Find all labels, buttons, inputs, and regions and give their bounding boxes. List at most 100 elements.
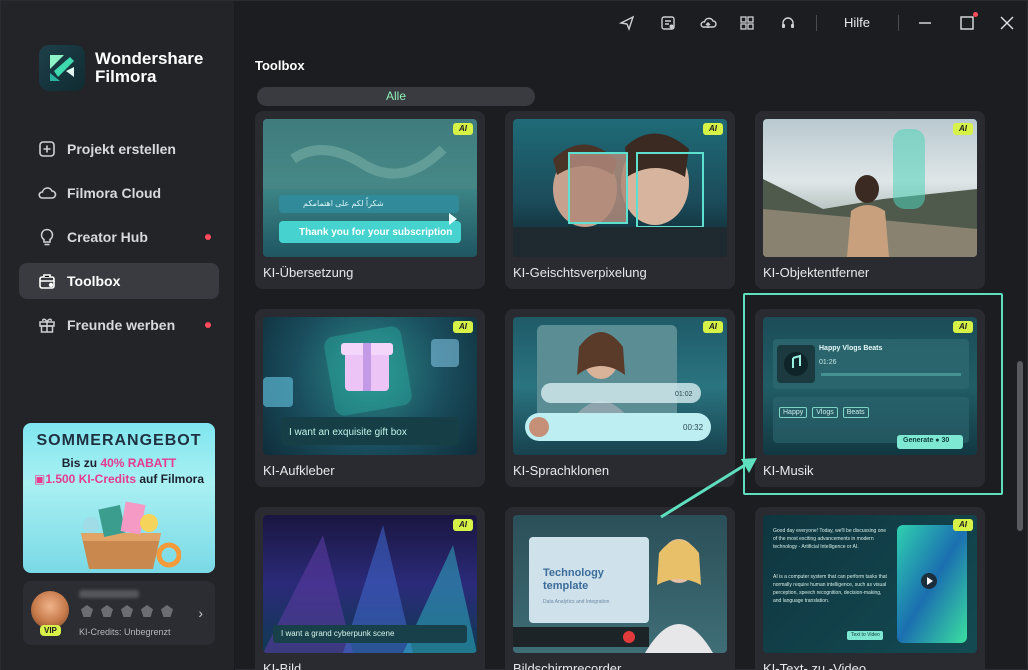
toolbox-icon — [37, 271, 57, 291]
tool-card-ki-gesichtsverpixelung[interactable]: AI KI-Geischtsverpixelung — [505, 111, 735, 289]
tag-vlogs: Vlogs — [812, 407, 838, 418]
page-title: Toolbox — [255, 58, 305, 73]
tool-card-ki-uebersetzung[interactable]: AI شكراً لكم على اهتمامكم Thank you for … — [255, 111, 485, 289]
tool-thumbnail: AI — [763, 119, 977, 257]
brand-line2: Filmora — [95, 67, 157, 86]
send-icon[interactable] — [617, 13, 637, 33]
apps-grid-icon[interactable] — [737, 13, 757, 33]
tool-label: KI-Text- zu -Video — [763, 661, 867, 670]
tool-card-ki-sprachklonen[interactable]: AI 01:02 00:32 KI-Sprachklonen — [505, 309, 735, 487]
avatar — [31, 591, 69, 629]
add-project-icon — [37, 139, 57, 159]
thumb-script-paragraph-2: AI is a computer system that can perform… — [773, 574, 887, 604]
tool-thumbnail: AI 01:02 00:32 — [513, 317, 727, 455]
music-track-title: Happy Vlogs Beats — [819, 345, 883, 352]
toolbar-divider — [816, 15, 817, 31]
music-track-duration: 01:26 — [819, 359, 837, 366]
update-notification-dot — [973, 12, 978, 17]
toolbar-divider — [898, 15, 899, 31]
tag-happy: Happy — [779, 407, 808, 418]
thumb-template-title: Technology template — [543, 567, 604, 592]
help-menu[interactable]: Hilfe — [844, 15, 870, 30]
tag-beats: Beats — [842, 407, 869, 418]
media-list-icon[interactable] — [658, 13, 678, 33]
cloud-upload-icon[interactable] — [698, 13, 718, 33]
scrollbar-thumb[interactable] — [1017, 361, 1023, 531]
tool-card-ki-bild[interactable]: AI I want a grand cyberpunk scene KI-Bil… — [255, 507, 485, 670]
headset-icon[interactable] — [778, 13, 798, 33]
promo-banner[interactable]: SOMMERANGEBOT Bis zu 40% RABATT ▣1.500 K… — [23, 423, 215, 573]
ai-badge: AI — [953, 321, 973, 333]
thumb-arabic-text: شكراً لكم على اهتمامكم — [303, 199, 384, 208]
tool-thumbnail: AI شكراً لكم على اهتمامكم Thank you for … — [263, 119, 477, 257]
tool-thumbnail: AI — [513, 119, 727, 257]
close-icon[interactable] — [997, 13, 1017, 33]
thumb-template-subtitle: Data Analytics and Integration — [543, 599, 610, 605]
toolbox-grid: AI شكراً لكم على اهتمامكم Thank you for … — [255, 111, 1015, 670]
minimize-icon[interactable] — [915, 13, 935, 33]
thumb-prompt-text: I want an exquisite gift box — [289, 427, 407, 438]
sidebar-item-toolbox[interactable]: Toolbox — [19, 263, 219, 299]
notification-dot — [205, 234, 211, 240]
gift-icon — [37, 315, 57, 335]
badge-icon — [81, 605, 93, 617]
title-bar: Hilfe — [235, 1, 1028, 45]
sidebar-nav: Projekt erstellen Filmora Cloud Creator … — [19, 131, 219, 351]
thumb-time-2: 00:32 — [683, 423, 704, 432]
tool-thumbnail: Technology template Data Analytics and I… — [513, 515, 727, 653]
coin-icon: ▣ — [33, 472, 46, 486]
chevron-right-icon[interactable]: › — [198, 605, 203, 621]
tool-thumbnail: AI I want an exquisite gift box — [263, 317, 477, 455]
achievement-badges — [81, 605, 173, 617]
tool-label: KI-Übersetzung — [263, 265, 354, 280]
tool-label: KI-Musik — [763, 463, 814, 478]
ai-badge: AI — [453, 123, 473, 135]
app-logo: Wondershare Filmora — [39, 45, 203, 91]
notification-dot — [205, 322, 211, 328]
thumb-time-1: 01:02 — [675, 391, 693, 398]
tool-card-ki-text-zu-video[interactable]: AI Good day everyone! Today, we'll be di… — [755, 507, 985, 670]
tool-label: KI-Aufkleber — [263, 463, 335, 478]
generate-button-label: Generate ● 30 — [903, 437, 950, 444]
badge-icon — [161, 605, 173, 617]
thumb-script-paragraph-1: Good day everyone! Today, we'll be discu… — [773, 528, 887, 550]
tool-label: KI-Bild — [263, 661, 302, 670]
tool-card-bildschirmrecorder[interactable]: Technology template Data Analytics and I… — [505, 507, 735, 670]
tool-label: KI-Geischtsverpixelung — [513, 265, 647, 280]
sidebar-item-projekt-erstellen[interactable]: Projekt erstellen — [19, 131, 219, 167]
thumb-subtitle-text: Thank you for your subscription — [299, 227, 453, 238]
sidebar-item-filmora-cloud[interactable]: Filmora Cloud — [19, 175, 219, 211]
badge-icon — [101, 605, 113, 617]
thumb-prompt-text: I want a grand cyberpunk scene — [281, 629, 395, 638]
sidebar-item-label: Toolbox — [67, 273, 121, 289]
promo-title: SOMMERANGEBOT — [36, 432, 202, 449]
gift-basket-illustration — [29, 493, 182, 573]
tool-thumbnail: AI I want a grand cyberpunk scene — [263, 515, 477, 653]
lightbulb-icon — [37, 227, 57, 247]
tool-card-ki-aufkleber[interactable]: AI I want an exquisite gift box KI-Aufkl… — [255, 309, 485, 487]
tool-card-ki-objektentferner[interactable]: AI KI-Objektentferner — [755, 111, 985, 289]
sidebar-item-label: Projekt erstellen — [67, 141, 176, 157]
vip-badge: VIP — [40, 625, 61, 636]
music-tags: Happy Vlogs Beats — [779, 407, 869, 418]
sidebar-item-label: Filmora Cloud — [67, 185, 162, 201]
sidebar-item-creator-hub[interactable]: Creator Hub — [19, 219, 219, 255]
user-account-card[interactable]: VIP › KI-Credits: Unbegrenzt — [23, 581, 215, 645]
ai-badge: AI — [453, 519, 473, 531]
ai-badge: AI — [953, 519, 973, 531]
tool-label: KI-Objektentferner — [763, 265, 870, 280]
sidebar-item-label: Freunde werben — [67, 317, 176, 333]
sidebar-item-freunde-werben[interactable]: Freunde werben — [19, 307, 219, 343]
filter-tab-alle[interactable]: Alle — [257, 87, 535, 106]
ai-badge: AI — [953, 123, 973, 135]
brand-line1: Wondershare — [95, 49, 204, 68]
ai-badge: AI — [703, 321, 723, 333]
tool-thumbnail: AI Good day everyone! Today, we'll be di… — [763, 515, 977, 653]
tool-card-ki-musik[interactable]: AI Happy Vlogs Beats 01:26 Happy Vlogs B… — [755, 309, 985, 487]
badge-icon — [121, 605, 133, 617]
username-blurred — [79, 590, 139, 598]
app-window: Wondershare Filmora Projekt erstellen Fi… — [0, 0, 1028, 670]
sidebar-item-label: Creator Hub — [67, 229, 148, 245]
sidebar: Wondershare Filmora Projekt erstellen Fi… — [1, 1, 235, 670]
ai-credits-text: KI-Credits: Unbegrenzt — [79, 627, 171, 637]
